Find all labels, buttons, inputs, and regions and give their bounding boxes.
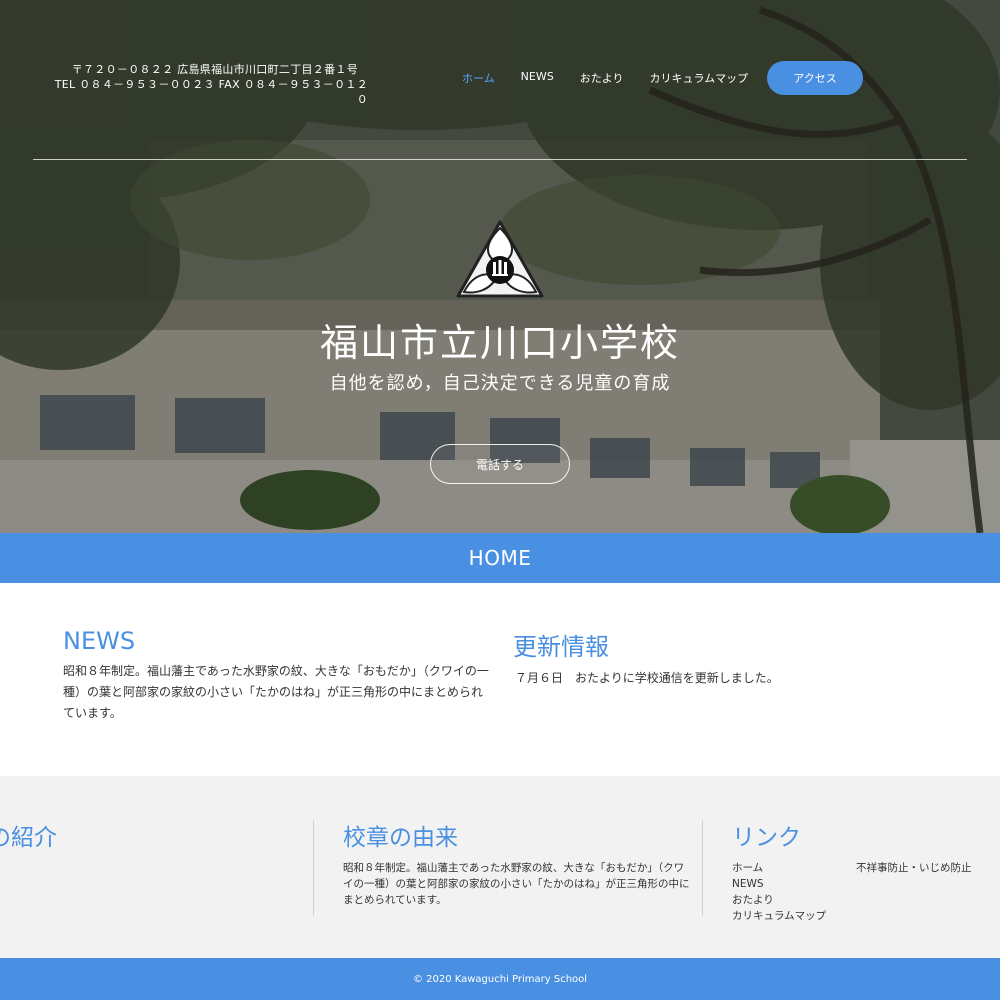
intro-heading: の紹介: [0, 825, 57, 851]
links-heading: リンク: [732, 825, 801, 851]
emblem-origin-text: 昭和８年制定。福山藩主であった水野家の紋、大きな「おもだか」（クワイの一種）の葉…: [343, 862, 690, 906]
call-button[interactable]: 電話する: [430, 444, 570, 484]
school-motto: 自他を認め，自己決定できる児童の育成: [329, 373, 671, 394]
news-column: NEWS 昭和８年制定。福山藩主であった水野家の紋、大きな「おもだか」（クワイの…: [63, 627, 493, 724]
info-section: の紹介 校章の由来 昭和８年制定。福山藩主であった水野家の紋、大きな「おもだか」…: [0, 776, 1000, 958]
access-button[interactable]: アクセス: [767, 61, 863, 95]
school-address: 〒７２０－０８２２ 広島県福山市川口町二丁目２番１号 TEL ０８４－９５３－０…: [48, 62, 368, 107]
nav-otayori[interactable]: おたより: [580, 70, 624, 86]
hero-divider: [33, 159, 967, 160]
address-line: 〒７２０－０８２２ 広島県福山市川口町二丁目２番１号: [71, 63, 358, 76]
links-column: リンク ホーム NEWS おたより カリキュラムマップ 不祥事防止・いじめ防止: [732, 818, 1000, 922]
copyright-text: © 2020 Kawaguchi Primary School: [412, 973, 588, 985]
phone-fax-line: TEL ０８４－９５３－００２３ FAX ０８４－９５３－０１２０: [54, 78, 368, 106]
page-title-bar: HOME: [0, 533, 1000, 583]
updates-column: 更新情報 ７月６日 おたよりに学校通信を更新しました。: [513, 627, 943, 689]
news-heading: NEWS: [63, 627, 136, 655]
main-nav: ホーム NEWS おたより カリキュラムマップ: [462, 70, 774, 86]
link-misconduct-bullying-prevention[interactable]: 不祥事防止・いじめ防止: [856, 860, 972, 876]
link-otayori[interactable]: おたより: [732, 892, 826, 908]
nav-curriculum-map[interactable]: カリキュラムマップ: [650, 70, 749, 86]
updates-text: ７月６日 おたよりに学校通信を更新しました。: [515, 671, 779, 685]
school-emblem-icon: [456, 220, 544, 298]
column-divider: [313, 820, 314, 916]
link-news[interactable]: NEWS: [732, 876, 826, 892]
emblem-origin-column: 校章の由来 昭和８年制定。福山藩主であった水野家の紋、大きな「おもだか」（クワイ…: [343, 818, 693, 908]
column-divider: [702, 820, 703, 916]
news-section: NEWS 昭和８年制定。福山藩主であった水野家の紋、大きな「おもだか」（クワイの…: [0, 583, 1000, 776]
school-name: 福山市立川口小学校: [319, 321, 680, 365]
footer: © 2020 Kawaguchi Primary School: [0, 958, 1000, 1000]
nav-home[interactable]: ホーム: [462, 70, 495, 86]
news-text: 昭和８年制定。福山藩主であった水野家の紋、大きな「おもだか」（クワイの一種）の葉…: [63, 664, 489, 720]
link-home[interactable]: ホーム: [732, 860, 826, 876]
link-curriculum-map[interactable]: カリキュラムマップ: [732, 908, 826, 924]
updates-heading: 更新情報: [513, 633, 609, 661]
intro-column: の紹介: [0, 818, 298, 860]
hero-section: 〒７２０－０８２２ 広島県福山市川口町二丁目２番１号 TEL ０８４－９５３－０…: [0, 0, 1000, 533]
nav-news[interactable]: NEWS: [521, 70, 554, 86]
page-title: HOME: [468, 546, 532, 570]
emblem-origin-heading: 校章の由来: [343, 825, 458, 851]
